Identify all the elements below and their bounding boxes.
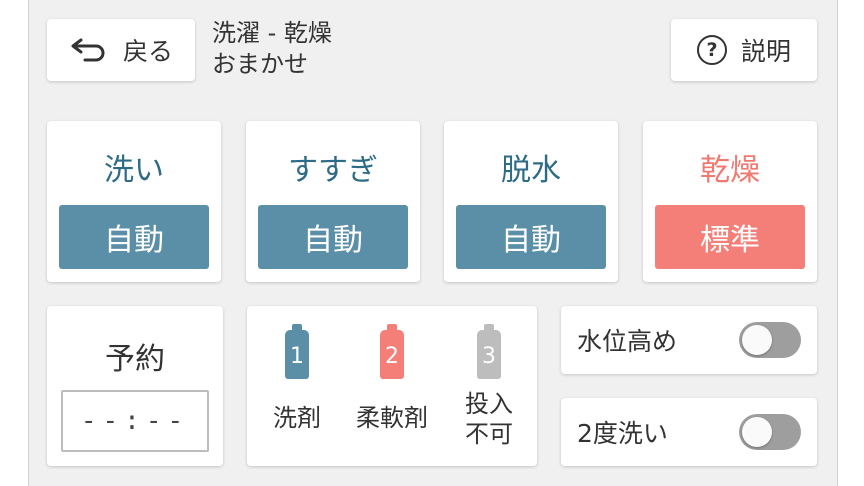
disabled-label-line2: 不可 (465, 420, 513, 448)
wash-mode-card[interactable]: 洗い 自動 (47, 121, 221, 282)
high-water-level-label: 水位高め (577, 327, 678, 356)
return-arrow-icon (71, 38, 105, 62)
double-wash-label: 2度洗い (577, 419, 668, 448)
softener-label: 柔軟剤 (356, 404, 428, 432)
double-wash-toggle-card[interactable]: 2度洗い (561, 398, 817, 466)
softener-bottle-icon: 2 (380, 324, 404, 379)
disabled-bottle-icon: 3 (477, 324, 501, 379)
back-button[interactable]: 戻る (47, 19, 195, 81)
disabled-number: 3 (477, 330, 501, 379)
detergent-bottle-icon: 1 (285, 324, 309, 379)
rinse-mode-value: 自動 (258, 205, 408, 269)
spin-mode-title: 脱水 (501, 153, 561, 188)
help-button-label: 説明 (740, 37, 791, 66)
rinse-mode-title: すすぎ (288, 153, 378, 188)
switch-knob (742, 417, 772, 447)
reservation-title: 予約 (105, 342, 165, 377)
dry-mode-value: 標準 (655, 205, 805, 269)
dry-mode-title: 乾燥 (700, 153, 760, 188)
spin-mode-value: 自動 (456, 205, 606, 269)
page-title-line1: 洗濯 - 乾燥 (212, 19, 332, 47)
disabled-label: 投入 不可 (459, 389, 519, 449)
question-mark-icon: ? (696, 35, 727, 65)
help-button[interactable]: ? 説明 (671, 19, 817, 81)
dry-mode-card[interactable]: 乾燥 標準 (643, 121, 817, 282)
detergent-label: 洗剤 (273, 404, 321, 432)
back-button-label: 戻る (122, 37, 173, 66)
wash-mode-value: 自動 (59, 205, 209, 269)
control-panel: 戻る 洗濯 - 乾燥 おまかせ ? 説明 洗い 自動 すすぎ 自動 脱水 自動 … (28, 0, 838, 486)
page-title: 洗濯 - 乾燥 おまかせ (212, 18, 332, 80)
disabled-label-line1: 投入 (465, 390, 513, 418)
switch-knob (742, 325, 772, 355)
double-wash-switch[interactable] (739, 414, 801, 450)
page-title-line2: おまかせ (212, 50, 308, 78)
detergent-number: 1 (285, 330, 309, 379)
reservation-time: --:-- (61, 390, 209, 452)
spin-mode-card[interactable]: 脱水 自動 (444, 121, 618, 282)
detergent-status-card: 1 洗剤 2 柔軟剤 3 投入 不可 (247, 306, 537, 466)
reservation-card[interactable]: 予約 --:-- (47, 306, 223, 466)
wash-mode-title: 洗い (104, 153, 164, 188)
softener-number: 2 (380, 330, 404, 379)
rinse-mode-card[interactable]: すすぎ 自動 (246, 121, 420, 282)
high-water-level-toggle-card[interactable]: 水位高め (561, 306, 817, 374)
high-water-level-switch[interactable] (739, 322, 801, 358)
